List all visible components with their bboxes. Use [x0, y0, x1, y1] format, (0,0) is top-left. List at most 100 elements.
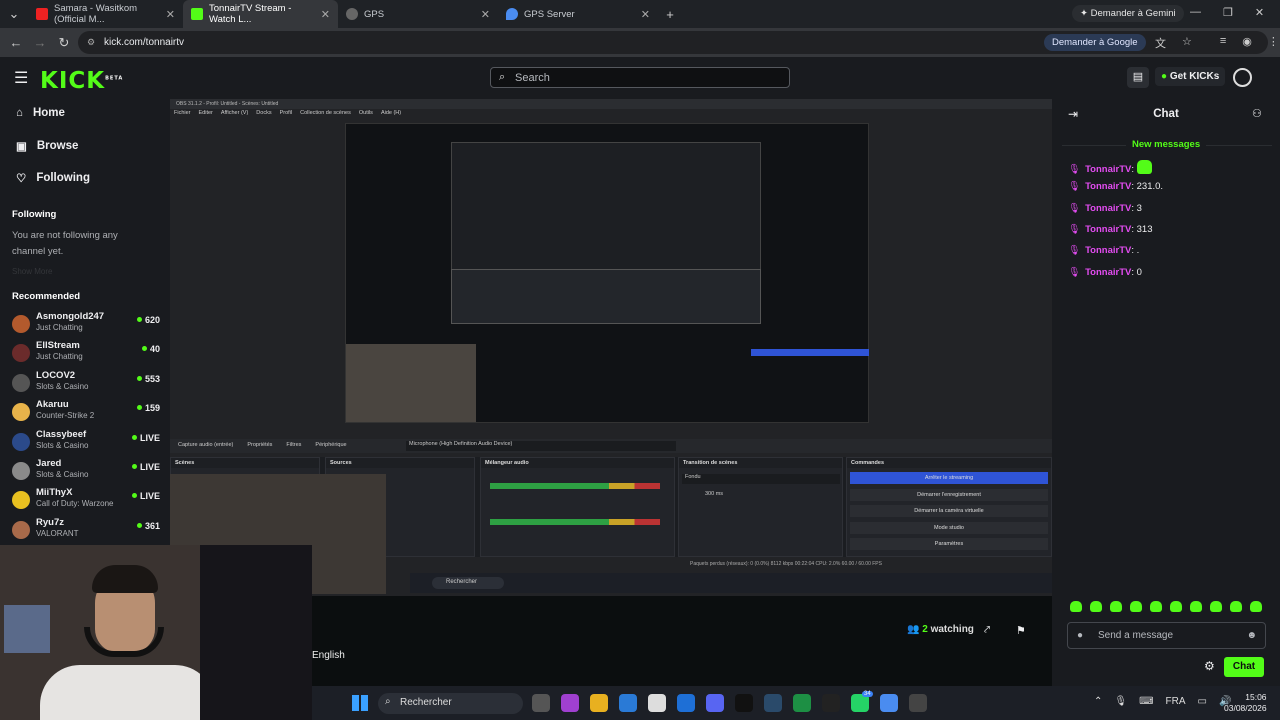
sidebar-item-home[interactable]: ⌂ Home — [16, 107, 65, 119]
ask-google-button[interactable]: Demander à Google — [1044, 34, 1146, 51]
folder-icon[interactable] — [590, 694, 608, 712]
hamburger-menu-icon[interactable]: ☰ — [14, 68, 28, 88]
chat-text: 0 — [1136, 266, 1142, 278]
recommended-channel[interactable]: MiiThyX Call of Duty: Warzone LIVE — [12, 487, 160, 515]
chat-username[interactable]: TonnairTV — [1085, 164, 1131, 175]
close-tab-icon[interactable]: ✕ — [166, 8, 175, 21]
emoji-icon[interactable]: ☻ — [1246, 630, 1257, 641]
browser-menu-icon[interactable]: ⋮ — [1268, 35, 1279, 51]
recommended-channel[interactable]: LOCOV2 Slots & Casino 553 — [12, 370, 160, 398]
keyboard-icon[interactable]: ⌨ — [1139, 696, 1153, 707]
close-window-icon[interactable]: ✕ — [1255, 6, 1264, 19]
chat-send-button[interactable]: Chat — [1224, 657, 1264, 677]
emote-icon[interactable] — [1150, 601, 1162, 612]
sidebar-item-following[interactable]: ♡ Following — [16, 171, 90, 185]
channel-name: Akaruu — [36, 399, 69, 411]
get-kicks-button[interactable]: ● Get KICKs — [1155, 67, 1226, 86]
new-tab-icon[interactable]: + — [658, 7, 682, 22]
emote-icon[interactable] — [1210, 601, 1222, 612]
follow-user-icon[interactable]: ⚑ — [1016, 624, 1026, 637]
forward-icon[interactable]: → — [28, 35, 52, 50]
chat-username[interactable]: TonnairTV — [1085, 267, 1131, 278]
emote-icon[interactable] — [1130, 601, 1142, 612]
clock[interactable]: 15:06 03/08/2026 — [1224, 692, 1267, 714]
taskbar-search[interactable]: ⌕ Rechercher — [378, 693, 523, 714]
store-icon[interactable] — [648, 694, 666, 712]
obs-icon[interactable] — [909, 694, 927, 712]
chat-message-input[interactable]: ● Send a message ☻ — [1067, 622, 1266, 649]
recommended-channel[interactable]: Asmongold247 Just Chatting 620 — [12, 311, 160, 339]
search-input[interactable]: ⌕ Search — [490, 67, 790, 88]
chat-username[interactable]: TonnairTV — [1085, 224, 1131, 235]
app-icon[interactable] — [822, 694, 840, 712]
taskbar-search-text: Rechercher — [400, 697, 452, 708]
kick-logo[interactable]: KICKBETA — [40, 68, 123, 94]
gemini-button[interactable]: ✦ Demander à Gemini — [1072, 5, 1184, 22]
viewer-value: 40 — [149, 344, 160, 355]
profile-avatar-icon[interactable]: ◉ — [1242, 35, 1252, 51]
back-icon[interactable]: ← — [4, 35, 28, 50]
edge-icon[interactable] — [619, 694, 637, 712]
close-tab-icon[interactable]: ✕ — [641, 8, 650, 21]
reload-icon[interactable]: ↻ — [52, 35, 76, 51]
chrome-icon[interactable] — [880, 694, 898, 712]
emote-icon[interactable] — [1230, 601, 1242, 612]
show-more-link[interactable]: Show More — [12, 267, 52, 276]
translate-icon[interactable]: 文 — [1155, 35, 1166, 51]
emote-icon[interactable] — [1070, 601, 1082, 612]
chat-username[interactable]: TonnairTV — [1085, 181, 1131, 192]
user-avatar-icon[interactable] — [1233, 68, 1252, 87]
tab-4[interactable]: GPS Server ✕ — [498, 0, 658, 28]
system-tray: ⌃ 🎙 ⌨ FRA ▭ 🔊 — [1094, 696, 1231, 707]
emote-icon[interactable] — [1190, 601, 1202, 612]
windows-taskbar: ⌕ Rechercher 34 ⌃ 🎙 ⌨ FRA ▭ 🔊 15:06 03/0… — [312, 686, 1280, 720]
close-tab-icon[interactable]: ✕ — [481, 8, 490, 21]
file-icon[interactable] — [532, 694, 550, 712]
chat-users-icon[interactable]: ⚇ — [1252, 107, 1262, 120]
recommended-channel[interactable]: EllStream Just Chatting 40 — [12, 340, 160, 368]
chat-username[interactable]: TonnairTV — [1085, 203, 1131, 214]
stream-video[interactable]: OBS 31.1.2 - Profil: Untitled - Scènes: … — [170, 99, 1052, 596]
tab-3[interactable]: GPS ✕ — [338, 0, 498, 28]
reading-list-icon[interactable]: ≡ — [1220, 35, 1226, 51]
emote-icon[interactable] — [1110, 601, 1122, 612]
restore-icon[interactable]: ❐ — [1223, 6, 1233, 19]
outlook-icon[interactable] — [677, 694, 695, 712]
sidebar-item-browse[interactable]: ▣ Browse — [16, 139, 78, 153]
excel-icon[interactable] — [793, 694, 811, 712]
emote-icon[interactable] — [1250, 601, 1262, 612]
chat-text: 231.0. — [1136, 181, 1164, 193]
site-info-icon[interactable]: ⚙ — [87, 37, 95, 48]
tray-lang[interactable]: FRA — [1166, 696, 1186, 707]
chevron-up-icon[interactable]: ⌃ — [1094, 696, 1102, 707]
kick-emote-icon — [1136, 160, 1152, 174]
close-tab-icon[interactable]: ✕ — [321, 8, 330, 21]
share-icon[interactable]: ⤤ — [984, 624, 990, 637]
recommended-channel[interactable]: Jared Slots & Casino LIVE — [12, 458, 160, 486]
theater-mode-icon[interactable]: ▤ — [1127, 67, 1149, 88]
language-tag[interactable]: English — [312, 650, 345, 661]
recommended-channel[interactable]: Akaruu Counter-Strike 2 159 — [12, 399, 160, 427]
windows-start-icon[interactable] — [352, 695, 368, 711]
recommended-channel[interactable]: Ryu7z VALORANT 361 — [12, 517, 160, 545]
emote-icon[interactable] — [1090, 601, 1102, 612]
live-dot-icon — [131, 493, 137, 499]
chat-username[interactable]: TonnairTV — [1085, 245, 1131, 256]
network-icon[interactable]: ▭ — [1198, 696, 1207, 707]
steam-icon[interactable] — [764, 694, 782, 712]
chat-settings-icon[interactable]: ⚙ — [1204, 659, 1215, 673]
recommended-channel[interactable]: Classybeef Slots & Casino LIVE — [12, 429, 160, 457]
emote-icon[interactable] — [1170, 601, 1182, 612]
chat-text: 3 — [1136, 202, 1142, 214]
mic-icon[interactable]: 🎙 — [1114, 696, 1127, 707]
minimize-icon[interactable]: — — [1190, 6, 1201, 19]
discord-icon[interactable] — [706, 694, 724, 712]
tab-1[interactable]: Samara - Wasitkom (Official M... ✕ — [28, 0, 183, 28]
obs-source-tab: Propriétés — [247, 442, 273, 448]
copilot-icon[interactable] — [561, 694, 579, 712]
bookmark-star-icon[interactable]: ☆ — [1182, 35, 1192, 51]
chat-text: 313 — [1136, 223, 1153, 235]
tab-search-icon[interactable]: ⌄ — [0, 6, 28, 22]
tiktok-icon[interactable] — [735, 694, 753, 712]
tab-2[interactable]: TonnairTV Stream - Watch L... ✕ — [183, 0, 338, 28]
